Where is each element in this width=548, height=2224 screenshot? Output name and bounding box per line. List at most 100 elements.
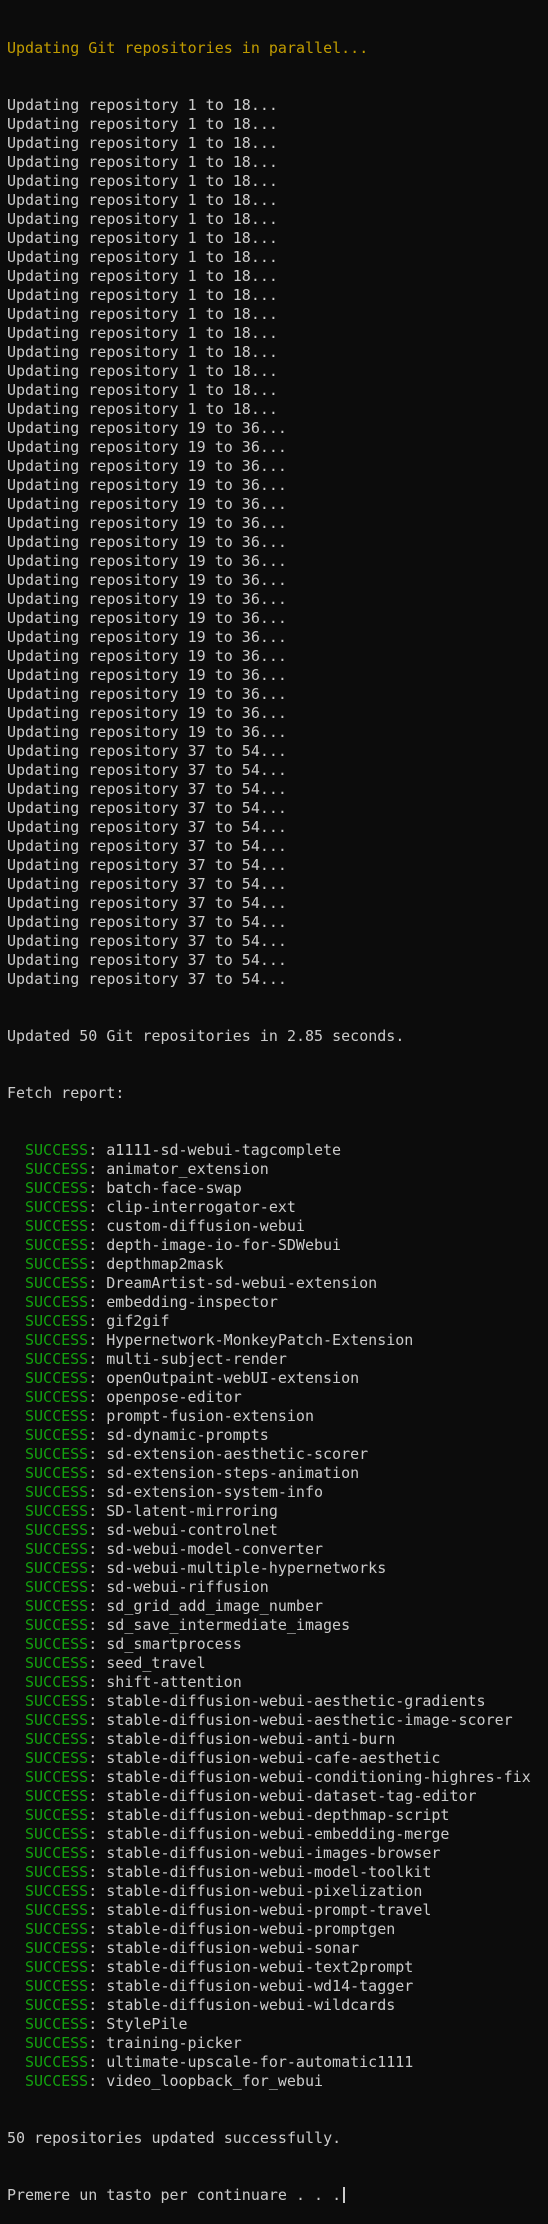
terminal-window[interactable]: Updating Git repositories in parallel...…	[7, 1, 545, 2224]
status-separator: :	[88, 1806, 107, 1824]
repository-name: animator_extension	[106, 1160, 269, 1178]
repository-name: SD-latent-mirroring	[106, 1502, 278, 1520]
status-separator: :	[88, 2072, 107, 2090]
repository-name: embedding-inspector	[106, 1293, 278, 1311]
success-status: SUCCESS	[25, 1616, 89, 1634]
success-status: SUCCESS	[25, 1312, 89, 1330]
success-status: SUCCESS	[25, 1331, 89, 1349]
status-separator: :	[88, 1160, 107, 1178]
report-item: SUCCESS: DreamArtist-sd-webui-extension	[7, 1274, 545, 1293]
status-separator: :	[88, 2034, 107, 2052]
status-separator: :	[88, 1331, 107, 1349]
repository-name: sd-extension-aesthetic-scorer	[106, 1445, 369, 1463]
report-item: SUCCESS: animator_extension	[7, 1160, 545, 1179]
report-item: SUCCESS: sd_save_intermediate_images	[7, 1616, 545, 1635]
success-status: SUCCESS	[25, 1920, 89, 1938]
progress-line: Updating repository 19 to 36...	[7, 476, 287, 494]
status-separator: :	[88, 1502, 107, 1520]
repository-name: custom-diffusion-webui	[106, 1217, 305, 1235]
success-status: SUCCESS	[25, 1274, 89, 1292]
success-status: SUCCESS	[25, 2053, 89, 2071]
progress-line: Updating repository 19 to 36...	[7, 666, 287, 684]
repository-name: stable-diffusion-webui-wildcards	[106, 1996, 396, 2014]
progress-line: Updating repository 1 to 18...	[7, 324, 278, 342]
progress-line: Updating repository 37 to 54...	[7, 818, 287, 836]
status-separator: :	[88, 1559, 107, 1577]
summary-line: Updated 50 Git repositories in 2.85 seco…	[7, 1027, 405, 1045]
progress-line: Updating repository 19 to 36...	[7, 438, 287, 456]
report-item: SUCCESS: sd-extension-system-info	[7, 1483, 545, 1502]
success-status: SUCCESS	[25, 1958, 89, 1976]
status-separator: :	[88, 1863, 107, 1881]
repository-name: seed_travel	[106, 1654, 206, 1672]
report-item: SUCCESS: stable-diffusion-webui-depthmap…	[7, 1806, 545, 1825]
report-item: SUCCESS: a1111-sd-webui-tagcomplete	[7, 1141, 545, 1160]
success-status: SUCCESS	[25, 1388, 89, 1406]
repository-name: prompt-fusion-extension	[106, 1407, 314, 1425]
success-status: SUCCESS	[25, 1464, 89, 1482]
report-item: SUCCESS: stable-diffusion-webui-model-to…	[7, 1863, 545, 1882]
report-item: SUCCESS: embedding-inspector	[7, 1293, 545, 1312]
status-separator: :	[88, 1711, 107, 1729]
status-separator: :	[88, 1312, 107, 1330]
report-item: SUCCESS: stable-diffusion-webui-aestheti…	[7, 1711, 545, 1730]
progress-line: Updating repository 19 to 36...	[7, 419, 287, 437]
success-status: SUCCESS	[25, 1426, 89, 1444]
status-separator: :	[88, 1977, 107, 1995]
status-separator: :	[88, 1730, 107, 1748]
repository-name: clip-interrogator-ext	[106, 1198, 296, 1216]
progress-line: Updating repository 37 to 54...	[7, 951, 287, 969]
success-status: SUCCESS	[25, 1635, 89, 1653]
text-cursor	[343, 2187, 346, 2203]
success-status: SUCCESS	[25, 1996, 89, 2014]
progress-line: Updating repository 1 to 18...	[7, 210, 278, 228]
repository-name: stable-diffusion-webui-anti-burn	[106, 1730, 396, 1748]
progress-line: Updating repository 1 to 18...	[7, 362, 278, 380]
report-item: SUCCESS: sd-webui-controlnet	[7, 1521, 545, 1540]
report-item: SUCCESS: stable-diffusion-webui-conditio…	[7, 1768, 545, 1787]
repository-name: stable-diffusion-webui-embedding-merge	[106, 1825, 450, 1843]
progress-line: Updating repository 37 to 54...	[7, 894, 287, 912]
report-item: SUCCESS: sd-webui-model-converter	[7, 1540, 545, 1559]
repository-name: stable-diffusion-webui-pixelization	[106, 1882, 423, 1900]
report-item: SUCCESS: clip-interrogator-ext	[7, 1198, 545, 1217]
repository-name: stable-diffusion-webui-promptgen	[106, 1920, 396, 1938]
progress-line: Updating repository 19 to 36...	[7, 552, 287, 570]
status-separator: :	[88, 1217, 107, 1235]
success-status: SUCCESS	[25, 1369, 89, 1387]
success-status: SUCCESS	[25, 1882, 89, 1900]
success-status: SUCCESS	[25, 1293, 89, 1311]
repository-name: Hypernetwork-MonkeyPatch-Extension	[106, 1331, 414, 1349]
status-separator: :	[88, 1692, 107, 1710]
repository-name: DreamArtist-sd-webui-extension	[106, 1274, 378, 1292]
repository-name: stable-diffusion-webui-cafe-aesthetic	[106, 1749, 441, 1767]
success-status: SUCCESS	[25, 1863, 89, 1881]
status-separator: :	[88, 2053, 107, 2071]
success-status: SUCCESS	[25, 1654, 89, 1672]
success-status: SUCCESS	[25, 2015, 89, 2033]
report-item: SUCCESS: sd-webui-riffusion	[7, 1578, 545, 1597]
success-status: SUCCESS	[25, 1350, 89, 1368]
repository-name: stable-diffusion-webui-aesthetic-image-s…	[106, 1711, 513, 1729]
status-separator: :	[88, 1274, 107, 1292]
progress-line: Updating repository 1 to 18...	[7, 229, 278, 247]
report-item: SUCCESS: sd_smartprocess	[7, 1635, 545, 1654]
repository-name: stable-diffusion-webui-depthmap-script	[106, 1806, 450, 1824]
status-separator: :	[88, 1255, 107, 1273]
success-status: SUCCESS	[25, 1141, 89, 1159]
report-item: SUCCESS: stable-diffusion-webui-images-b…	[7, 1844, 545, 1863]
status-separator: :	[88, 1673, 107, 1691]
status-separator: :	[88, 1426, 107, 1444]
report-item: SUCCESS: openOutpaint-webUI-extension	[7, 1369, 545, 1388]
repository-name: batch-face-swap	[106, 1179, 242, 1197]
success-status: SUCCESS	[25, 1597, 89, 1615]
status-separator: :	[88, 1920, 107, 1938]
success-status: SUCCESS	[25, 1502, 89, 1520]
repository-name: stable-diffusion-webui-dataset-tag-edito…	[106, 1787, 477, 1805]
progress-line: Updating repository 1 to 18...	[7, 248, 278, 266]
report-item: SUCCESS: prompt-fusion-extension	[7, 1407, 545, 1426]
report-item: SUCCESS: sd-webui-multiple-hypernetworks	[7, 1559, 545, 1578]
repository-name: sd-webui-riffusion	[106, 1578, 269, 1596]
report-item: SUCCESS: stable-diffusion-webui-anti-bur…	[7, 1730, 545, 1749]
status-separator: :	[88, 1654, 107, 1672]
